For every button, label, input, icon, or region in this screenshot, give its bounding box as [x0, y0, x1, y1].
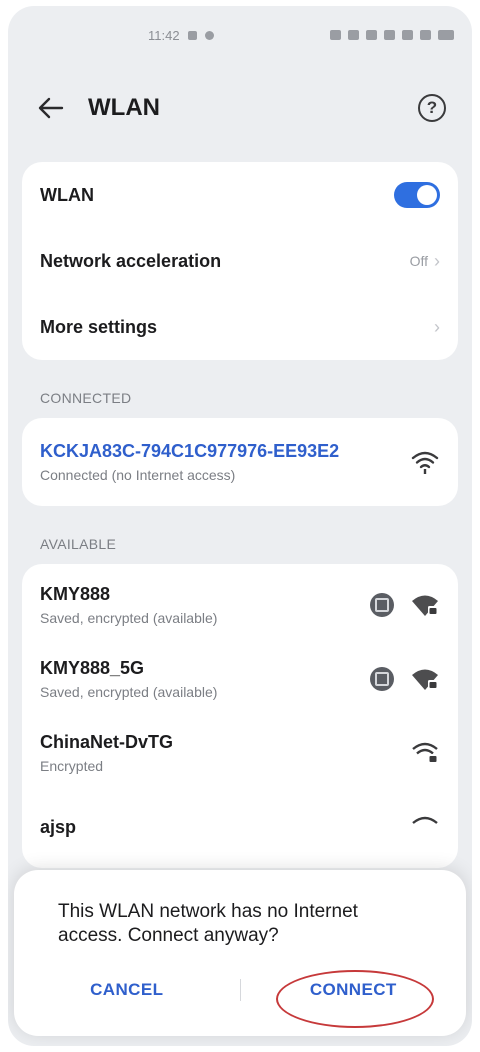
wifi-lock-icon [412, 816, 438, 824]
notification-dot-icon [204, 30, 214, 40]
dialog-actions: CANCEL CONNECT [14, 970, 466, 1010]
wlan-label: WLAN [40, 184, 94, 205]
network-name: ChinaNet-DvTG [40, 732, 174, 752]
battery-icon [438, 30, 454, 40]
network-row-kmy888[interactable]: KMY888 Saved, encrypted (available) [22, 568, 458, 642]
more-settings-label: More settings [40, 316, 158, 337]
network-acceleration-value: Off [409, 253, 428, 269]
chevron-right-icon: › [434, 250, 440, 271]
wifi-lock-icon [412, 595, 438, 616]
chevron-right-icon: › [434, 316, 440, 337]
status-vibrate-icon [366, 30, 377, 40]
status-bar: 11:42 [8, 6, 472, 64]
saved-network-icon [370, 593, 394, 617]
top-bar: WLAN ? [8, 64, 472, 152]
status-icons [330, 30, 454, 40]
page-title: WLAN [88, 94, 160, 121]
network-name: KMY888 [40, 584, 111, 604]
wifi-lock-icon [412, 669, 438, 690]
more-settings-row[interactable]: More settings › [22, 294, 458, 360]
available-networks-list: KMY888 Saved, encrypted (available) KMY8… [22, 564, 458, 868]
status-alarm-icon [330, 30, 341, 40]
wlan-toggle-row[interactable]: WLAN [22, 162, 458, 228]
saved-network-icon [370, 667, 394, 691]
connected-network-name: KCKJA83C-794C1C977976-EE93E2 [40, 441, 340, 461]
network-row-chinanet[interactable]: ChinaNet-DvTG Encrypted [22, 716, 458, 790]
notification-icon [187, 30, 197, 40]
wifi-exclamation-icon [411, 451, 439, 474]
status-wifi-icon [384, 30, 395, 40]
network-acceleration-label: Network acceleration [40, 250, 222, 271]
network-name: ajsp [40, 816, 77, 837]
network-name: KMY888_5G [40, 658, 145, 678]
back-arrow-icon[interactable] [38, 95, 64, 121]
connected-section-label: CONNECTED [40, 390, 132, 406]
wifi-lock-icon [412, 742, 438, 763]
connected-network-status: Connected (no Internet access) [40, 467, 236, 483]
status-signal-icon [402, 30, 413, 40]
toggle-knob [417, 185, 437, 205]
cancel-button[interactable]: CANCEL [14, 970, 240, 1010]
wlan-toggle[interactable] [394, 182, 440, 208]
phone-screen: 11:42 WLAN ? WLAN Network acceleration O… [8, 6, 472, 1046]
connect-button[interactable]: CONNECT [241, 970, 467, 1010]
help-icon[interactable]: ? [418, 94, 446, 122]
available-section-label: AVAILABLE [40, 536, 117, 552]
dialog-message: This WLAN network has no Internet access… [58, 901, 358, 946]
no-internet-dialog: This WLAN network has no Internet access… [14, 870, 466, 1036]
network-status: Encrypted [40, 758, 104, 774]
network-status: Saved, encrypted (available) [40, 610, 218, 626]
network-row-ajsp[interactable]: ajsp [22, 790, 458, 864]
status-nfc-icon [348, 30, 359, 40]
network-row-kmy888-5g[interactable]: KMY888_5G Saved, encrypted (available) [22, 642, 458, 716]
status-signal-2-icon [420, 30, 431, 40]
connected-network-row[interactable]: KCKJA83C-794C1C977976-EE93E2 Connected (… [22, 418, 458, 506]
settings-card: WLAN Network acceleration Off › More set… [22, 162, 458, 360]
status-time: 11:42 [148, 27, 180, 43]
network-status: Saved, encrypted (available) [40, 684, 218, 700]
network-acceleration-row[interactable]: Network acceleration Off › [22, 228, 458, 294]
